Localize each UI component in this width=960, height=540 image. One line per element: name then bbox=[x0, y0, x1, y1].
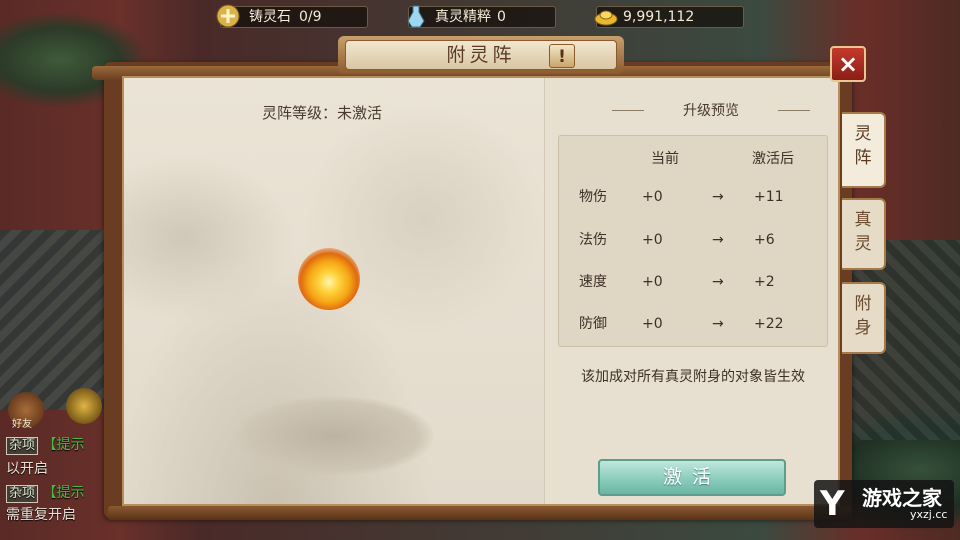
chat-bubble-icon[interactable] bbox=[66, 388, 102, 424]
resource-label: 真灵精粹 bbox=[435, 9, 491, 25]
activate-button[interactable]: 激活 bbox=[598, 459, 786, 496]
tab-label: 灵 bbox=[854, 234, 872, 254]
stat-after: +2 bbox=[754, 274, 775, 290]
arrow-icon: → bbox=[712, 232, 724, 248]
stat-current: +0 bbox=[642, 274, 663, 290]
tab-possession[interactable]: 附 身 bbox=[842, 282, 886, 354]
resource-spirit-stone[interactable]: 铸灵石 0/9 bbox=[216, 4, 368, 28]
logo-name: 游戏之家 bbox=[862, 486, 942, 510]
arrow-icon: → bbox=[712, 274, 724, 290]
tab-label: 阵 bbox=[854, 148, 872, 168]
fire-orb-node[interactable] bbox=[298, 248, 360, 310]
chat-system-tag: 【提示 bbox=[42, 437, 85, 453]
resource-essence[interactable]: 真灵精粹 0 bbox=[407, 5, 556, 28]
stat-row: 物伤 +0 → +11 bbox=[558, 184, 828, 210]
tab-formation[interactable]: 灵 阵 bbox=[842, 112, 886, 188]
upgrade-preview-title: 升级预览 bbox=[683, 103, 739, 119]
column-header-after: 激活后 bbox=[752, 151, 794, 167]
tab-label: 附 bbox=[854, 294, 872, 314]
spirit-stone-icon bbox=[216, 4, 240, 28]
stat-row: 防御 +0 → +22 bbox=[558, 311, 828, 337]
logo-mark: Y bbox=[820, 484, 845, 524]
resource-value: 9,991,112 bbox=[623, 9, 695, 25]
resource-label: 铸灵石 bbox=[249, 9, 291, 25]
stat-current: +0 bbox=[642, 189, 663, 205]
site-logo: Y 游戏之家 yxzj.cc bbox=[814, 480, 954, 528]
upgrade-preview-header: 升级预览 bbox=[596, 100, 826, 122]
column-header-current: 当前 bbox=[651, 151, 679, 167]
stat-after: +6 bbox=[754, 232, 775, 248]
essence-bottle-icon bbox=[407, 5, 425, 28]
stat-row: 法伤 +0 → +6 bbox=[558, 227, 828, 253]
tab-label: 灵 bbox=[854, 124, 872, 144]
stat-name: 速度 bbox=[579, 274, 607, 290]
chat-system-tag: 【提示 bbox=[42, 485, 85, 501]
logo-site: yxzj.cc bbox=[910, 508, 948, 521]
window-frame-bottom bbox=[108, 506, 852, 520]
close-button[interactable]: × bbox=[830, 46, 866, 82]
resource-gold[interactable]: 9,991,112 bbox=[594, 6, 744, 28]
stat-name: 物伤 bbox=[579, 189, 607, 205]
formation-level-label: 灵阵等级：未激活 bbox=[262, 104, 383, 122]
info-button[interactable]: ! bbox=[549, 44, 575, 68]
bonus-note: 该加成对所有真灵附身的对象皆生效 bbox=[581, 369, 805, 385]
stat-current: +0 bbox=[642, 316, 663, 332]
friends-label: 好友 bbox=[12, 419, 32, 430]
yin-yang-platform bbox=[234, 396, 434, 476]
chat-channel-tag: 杂项 bbox=[6, 437, 39, 455]
window-title: 附灵阵 bbox=[446, 44, 516, 66]
arrow-icon: → bbox=[712, 189, 724, 205]
stat-name: 法伤 bbox=[579, 232, 607, 248]
tab-true-spirit[interactable]: 真 灵 bbox=[842, 198, 886, 270]
chat-line[interactable]: 杂项 【提示 bbox=[6, 482, 84, 503]
stat-row: 速度 +0 → +2 bbox=[558, 269, 828, 295]
stat-current: +0 bbox=[642, 232, 663, 248]
decorative-line bbox=[778, 110, 810, 111]
resource-value: 0 bbox=[497, 9, 506, 25]
chat-channel-tag: 杂项 bbox=[6, 485, 39, 503]
stat-after: +22 bbox=[754, 316, 784, 332]
content-divider bbox=[544, 78, 545, 504]
tab-label: 真 bbox=[854, 210, 872, 230]
chat-line: 以开启 bbox=[6, 461, 48, 477]
chat-line[interactable]: 杂项 【提示 bbox=[6, 434, 84, 455]
resource-value: 0/9 bbox=[299, 9, 322, 25]
background-roof-left bbox=[0, 230, 120, 410]
tab-label: 身 bbox=[854, 318, 872, 338]
gold-ingot-icon bbox=[594, 10, 618, 26]
arrow-icon: → bbox=[712, 316, 724, 332]
stat-after: +11 bbox=[754, 189, 784, 205]
chat-line: 需重复开启 bbox=[6, 507, 76, 523]
stat-name: 防御 bbox=[579, 316, 607, 332]
